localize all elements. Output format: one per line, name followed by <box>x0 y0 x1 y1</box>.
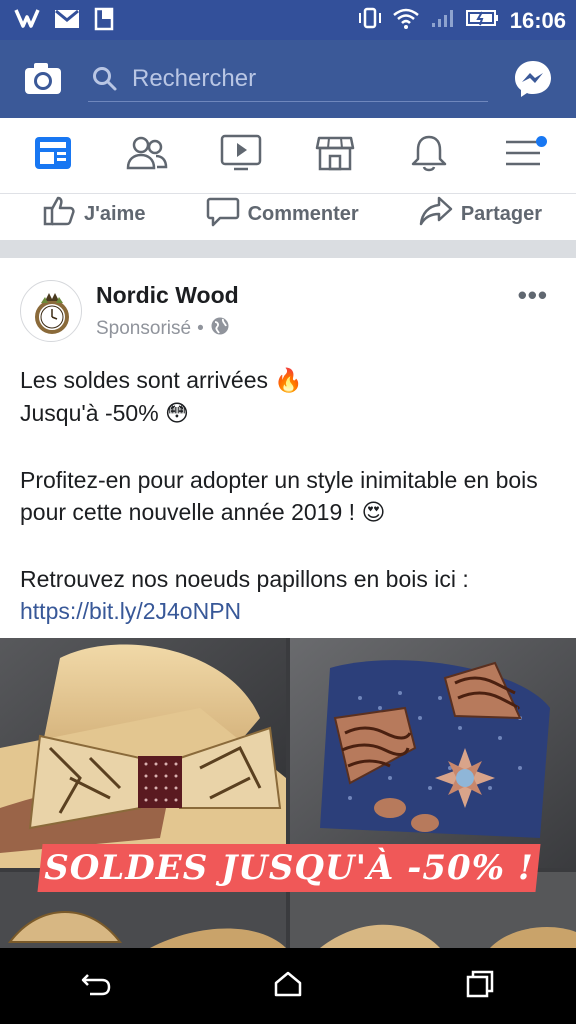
back-icon <box>80 970 112 1003</box>
post-meta: Sponsorisé • <box>96 316 230 342</box>
sponsored-post: Nordic Wood Sponsorisé • ••• Les soldes … <box>0 258 576 948</box>
share-label: Partager <box>460 202 542 225</box>
feed-separator <box>0 240 576 258</box>
nav-tabs <box>0 118 576 194</box>
tab-menu[interactable] <box>493 126 553 186</box>
post-actions: J'aime Commenter Partager <box>0 188 576 240</box>
post-image-grid[interactable]: SOLDES JUSQU'À -50% ! <box>0 638 576 948</box>
photo-bow-tie-left[interactable] <box>0 638 286 868</box>
post-paragraph-2: Profitez-en pour adopter un style inimit… <box>20 467 538 525</box>
search-input[interactable] <box>132 62 482 96</box>
comment-icon <box>206 194 240 234</box>
post-paragraph-3: Retrouvez nos noeuds papillons en bois i… <box>20 566 469 592</box>
signal-icon <box>430 7 456 34</box>
marketplace-icon <box>315 134 355 177</box>
heart-eyes-emoji: 😍 <box>361 500 386 526</box>
back-button[interactable] <box>66 956 126 1016</box>
news-feed-icon <box>33 135 73 176</box>
meta-dot: • <box>197 318 204 339</box>
fire-emoji: 🔥 <box>274 368 304 394</box>
share-button[interactable]: Partager <box>419 194 542 234</box>
post-text: Les soldes sont arrivées 🔥 Jusqu'à -50% … <box>20 364 560 627</box>
sponsored-label: Sponsorisé <box>96 318 192 339</box>
photo-bow-tie-right[interactable] <box>290 638 576 868</box>
wifi-icon <box>392 6 420 35</box>
tab-notifications[interactable] <box>399 126 459 186</box>
menu-badge <box>536 135 547 147</box>
flushed-emoji: 😳 <box>165 401 190 427</box>
avatar[interactable] <box>20 280 82 342</box>
gmail-icon <box>54 9 80 34</box>
search-bar[interactable] <box>88 58 488 102</box>
home-icon <box>273 970 303 1003</box>
post-line2: Jusqu'à -50% <box>20 400 159 426</box>
watch-icon <box>220 134 262 177</box>
friends-icon <box>126 135 168 176</box>
status-time: 16:06 <box>509 7 566 33</box>
tab-watch[interactable] <box>211 126 271 186</box>
post-link[interactable]: https://bit.ly/2J4oNPN <box>20 598 241 624</box>
comment-label: Commenter <box>247 202 359 225</box>
vibrate-icon <box>358 7 382 34</box>
vivo-icon <box>14 7 40 36</box>
like-button[interactable]: J'aime <box>42 194 145 234</box>
camera-icon[interactable] <box>22 58 64 100</box>
like-label: J'aime <box>84 202 146 225</box>
battery-icon <box>465 8 500 33</box>
recents-icon <box>465 969 495 1004</box>
page-name[interactable]: Nordic Wood <box>96 282 239 309</box>
sale-banner-text: SOLDES JUSQU'À -50% ! <box>44 848 534 888</box>
notifications-icon <box>410 133 448 178</box>
globe-icon <box>210 316 230 342</box>
status-bar: 16:06 <box>0 0 576 40</box>
recents-button[interactable] <box>450 956 510 1016</box>
system-navigation-bar <box>0 948 576 1024</box>
thumbs-up-icon <box>42 194 76 234</box>
tab-news-feed[interactable] <box>23 126 83 186</box>
more-options-button[interactable]: ••• <box>518 280 548 311</box>
tab-marketplace[interactable] <box>305 126 365 186</box>
comment-button[interactable]: Commenter <box>206 194 359 234</box>
search-icon <box>92 66 118 92</box>
post-line1: Les soldes sont arrivées <box>20 367 269 393</box>
share-icon <box>419 194 453 234</box>
sim-icon <box>94 7 114 36</box>
tab-friends[interactable] <box>117 126 177 186</box>
home-button[interactable] <box>258 956 318 1016</box>
messenger-icon[interactable] <box>512 58 554 100</box>
top-app-bar <box>0 40 576 118</box>
